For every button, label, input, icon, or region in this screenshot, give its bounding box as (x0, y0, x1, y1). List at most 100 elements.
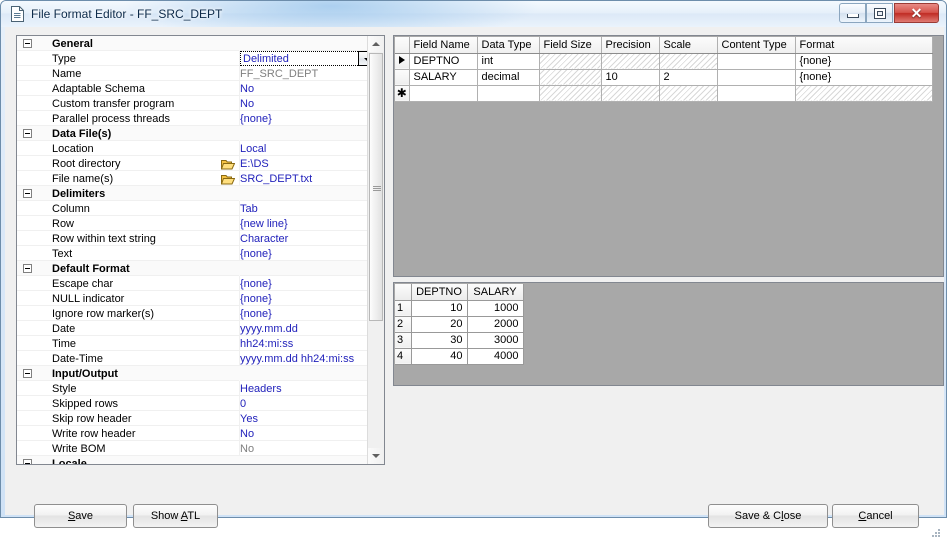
property-row-write-row-header[interactable]: Write row header No (17, 426, 370, 441)
field-schema-table[interactable]: Field Name Data Type Field Size Precision Sc… (395, 37, 933, 102)
format-property-grid[interactable]: General Type Delimited Name FF_SRC_DEPT Adapt… (16, 35, 385, 465)
property-row-time[interactable]: Time hh24:mi:ss (17, 336, 370, 351)
property-row-custom-transfer-program[interactable]: Custom transfer program No (17, 96, 370, 111)
collapse-expander-icon[interactable] (23, 129, 32, 138)
show-atl-button[interactable]: Show ATL (133, 504, 218, 528)
property-row-type[interactable]: Type Delimited (17, 51, 375, 66)
preview-cell[interactable]: 3000 (467, 332, 524, 349)
property-value[interactable]: No (240, 427, 254, 441)
property-value[interactable]: {none} (240, 112, 272, 126)
table-row[interactable]: DEPTNO int {none} (395, 53, 933, 70)
collapse-expander-icon[interactable] (23, 39, 32, 48)
property-value[interactable]: yyyy.mm.dd (240, 322, 298, 336)
table-row[interactable]: SALARY decimal 10 2 {none} (395, 69, 933, 86)
preview-cell[interactable]: 2000 (467, 316, 524, 333)
property-value[interactable]: Character (240, 232, 288, 246)
cancel-button[interactable]: Cancel (832, 504, 919, 528)
row-header[interactable] (395, 69, 410, 86)
property-row-text[interactable]: Text {none} (17, 246, 370, 261)
scroll-down-button[interactable] (368, 448, 384, 464)
field-cell[interactable]: DEPTNO (409, 53, 478, 70)
field-column-header[interactable]: Format (795, 37, 933, 54)
property-row-style[interactable]: Style Headers (17, 381, 370, 396)
property-category-input-output[interactable]: Input/Output (17, 366, 370, 381)
field-column-header[interactable]: Content Type (717, 37, 796, 54)
property-category-delimiters[interactable]: Delimiters (17, 186, 370, 201)
list-item[interactable]: 2 20 2000 (395, 316, 524, 333)
maximize-restore-button[interactable] (866, 3, 893, 23)
field-column-header[interactable]: Field Size (539, 37, 602, 54)
property-row-escape-char[interactable]: Escape char {none} (17, 276, 370, 291)
property-row-row-within-text-string[interactable]: Row within text string Character (17, 231, 370, 246)
property-value[interactable]: No (240, 97, 254, 111)
field-cell[interactable]: {none} (795, 53, 933, 70)
preview-column-header[interactable]: SALARY (467, 284, 524, 301)
property-category-general[interactable]: General (17, 36, 370, 51)
property-value[interactable]: hh24:mi:ss (240, 337, 293, 351)
field-cell[interactable] (717, 69, 796, 86)
field-cell[interactable]: 2 (659, 69, 718, 86)
property-value[interactable]: No (240, 442, 254, 456)
field-cell[interactable]: 10 (601, 69, 660, 86)
new-row-indicator[interactable]: ✱ (395, 85, 410, 102)
preview-cell[interactable]: 20 (411, 316, 468, 333)
property-row-date-time[interactable]: Date-Time yyyy.mm.dd hh24:mi:ss (17, 351, 370, 366)
collapse-expander-icon[interactable] (23, 459, 32, 464)
property-value[interactable]: {none} (240, 247, 272, 261)
property-row-skip-row-header[interactable]: Skip row header Yes (17, 411, 370, 426)
property-value[interactable]: No (240, 82, 254, 96)
field-cell[interactable]: SALARY (409, 69, 478, 86)
preview-column-header[interactable]: DEPTNO (411, 284, 468, 301)
minimize-button[interactable] (839, 3, 866, 23)
folder-icon[interactable] (220, 173, 236, 185)
scrollbar-thumb[interactable] (369, 53, 383, 321)
property-row-date[interactable]: Date yyyy.mm.dd (17, 321, 370, 336)
current-row-indicator[interactable] (395, 53, 410, 70)
preview-cell[interactable]: 10 (411, 300, 468, 317)
property-row-skipped-rows[interactable]: Skipped rows 0 (17, 396, 370, 411)
save-button[interactable]: Save (34, 504, 127, 528)
collapse-expander-icon[interactable] (23, 264, 32, 273)
collapse-expander-icon[interactable] (23, 369, 32, 378)
property-value[interactable]: yyyy.mm.dd hh24:mi:ss (240, 352, 354, 366)
list-item[interactable]: 3 30 3000 (395, 332, 524, 349)
property-value[interactable]: {none} (240, 307, 272, 321)
property-value[interactable]: E:\DS (240, 157, 269, 171)
preview-cell[interactable]: 1000 (467, 300, 524, 317)
property-value[interactable]: FF_SRC_DEPT (240, 67, 318, 81)
field-cell[interactable]: int (477, 53, 540, 70)
list-item[interactable]: 1 10 1000 (395, 300, 524, 317)
title-bar[interactable]: File Format Editor - FF_SRC_DEPT ✕ (1, 1, 946, 27)
collapse-expander-icon[interactable] (23, 189, 32, 198)
folder-icon[interactable] (220, 158, 236, 170)
property-row-file-name-s[interactable]: File name(s) SRC_DEPT.txt (17, 171, 370, 186)
data-preview-table[interactable]: DEPTNO SALARY 1 10 1000 2 20 2000 3 30 3000 4 40 400… (395, 284, 524, 365)
property-row-write-bom[interactable]: Write BOM No (17, 441, 370, 456)
close-button[interactable]: ✕ (894, 3, 939, 23)
field-cell[interactable] (477, 85, 540, 102)
property-row-location[interactable]: Location Local (17, 141, 370, 156)
table-row[interactable]: ✱ (395, 85, 933, 102)
property-row-root-directory[interactable]: Root directory E:\DS (17, 156, 370, 171)
property-row-name[interactable]: Name FF_SRC_DEPT (17, 66, 370, 81)
field-column-header[interactable]: Data Type (477, 37, 540, 54)
property-category-default-format[interactable]: Default Format (17, 261, 370, 276)
field-column-header[interactable]: Scale (659, 37, 718, 54)
property-value[interactable]: Tab (240, 202, 258, 216)
property-row-adaptable-schema[interactable]: Adaptable Schema No (17, 81, 370, 96)
resize-grip-icon[interactable] (930, 527, 942, 539)
property-category-locale[interactable]: Locale (17, 456, 370, 464)
property-row-column[interactable]: Column Tab (17, 201, 370, 216)
preview-cell[interactable]: 30 (411, 332, 468, 349)
preview-cell[interactable]: 40 (411, 348, 468, 365)
field-cell[interactable] (717, 53, 796, 70)
property-value[interactable]: {new line} (240, 217, 288, 231)
list-item[interactable]: 4 40 4000 (395, 348, 524, 365)
field-cell[interactable]: {none} (795, 69, 933, 86)
save-and-close-button[interactable]: Save & Close (708, 504, 828, 528)
property-row-parallel-process-threads[interactable]: Parallel process threads {none} (17, 111, 370, 126)
property-value[interactable]: Local (240, 142, 266, 156)
property-value[interactable]: Yes (240, 412, 258, 426)
property-grid-scrollbar[interactable] (367, 36, 384, 464)
scroll-up-button[interactable] (368, 36, 384, 52)
